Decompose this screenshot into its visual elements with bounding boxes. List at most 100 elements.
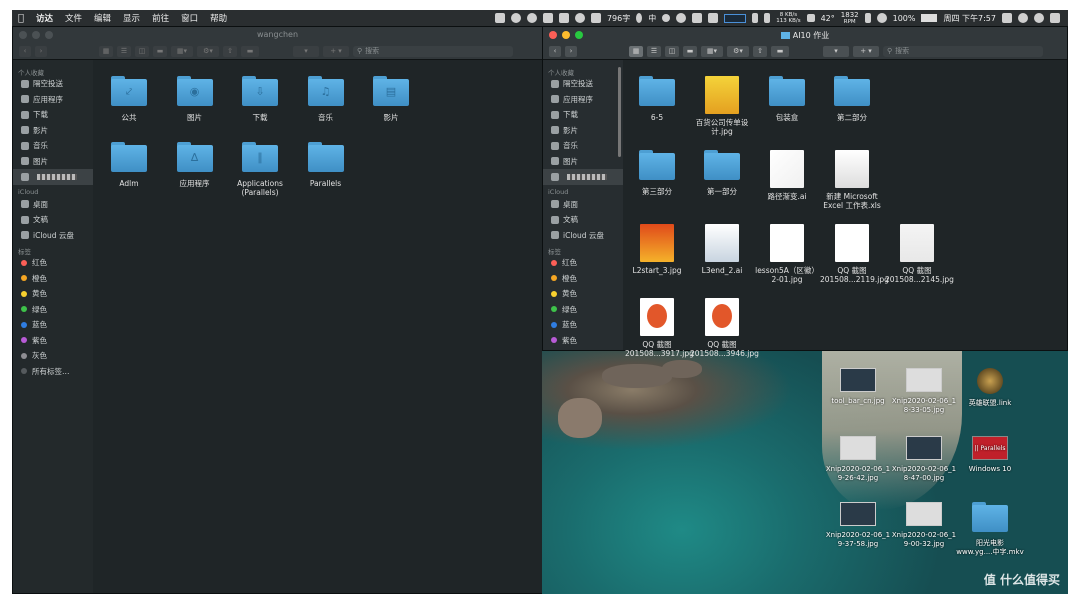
sidebar-item-tag[interactable]: 紫色 xyxy=(543,333,623,349)
phone-icon[interactable] xyxy=(752,13,759,23)
sidebar-item-tag[interactable]: 红色 xyxy=(543,255,623,271)
folder-item[interactable]: Parallels xyxy=(294,142,358,188)
file-area[interactable]: ⤦ 公共 ◉ 图片 ⇩ 下载 ♫ 音乐 ▤ 影片 Adlm ∆ 应用程序 ∥ Applications (P… xyxy=(93,60,542,593)
share-button[interactable]: ⇧ xyxy=(223,45,237,57)
bluetooth-icon[interactable] xyxy=(864,13,871,23)
add-button[interactable]: + ▾ xyxy=(323,45,349,57)
file-item[interactable]: QQ 截图 201508...3917.jpg xyxy=(625,298,694,358)
sidebar-item-tag[interactable]: 黄色 xyxy=(543,286,623,302)
sidebar-item-favorite[interactable]: 隔空投送 xyxy=(543,76,623,92)
forward-button[interactable]: › xyxy=(565,45,577,57)
screen-mirror-icon[interactable] xyxy=(1002,13,1012,23)
input-method[interactable]: 中 xyxy=(648,13,656,24)
file-item[interactable]: 百货公司传单设 计.jpg xyxy=(690,76,754,136)
menu-app-name[interactable]: 访达 xyxy=(30,12,59,24)
file-area[interactable]: 6-5 百货公司传单设 计.jpg 包装盒 第二部分 第三部分 第一部分 路径渐变.ai 新建… xyxy=(623,60,1067,358)
icon-view-button[interactable]: ▦ xyxy=(629,45,643,57)
folder-item[interactable]: ∥ Applications (Parallels) xyxy=(228,142,292,197)
sidebar-scrollbar[interactable] xyxy=(618,67,621,157)
file-item[interactable]: QQ 截图 201508...3946.jpg xyxy=(690,298,759,358)
titlebar[interactable]: AI10 作业 ‹ › ▦ ☰ ◫ ▬ ▦▾ ⚙▾ ⇧ ▬ ▾ + ▾ ⚲ 搜索 xyxy=(543,27,1067,60)
finder-window-wangchen[interactable]: wangchen ‹ › ▦ ☰ ◫ ▬ ▦▾ ⚙▾ ⇧ ▬ ▾ + ▾ ⚲ 搜… xyxy=(12,26,543,594)
action-gear-button[interactable]: ⚙▾ xyxy=(727,45,749,57)
sidebar-item-favorite[interactable] xyxy=(13,169,93,185)
folder-item[interactable]: 6-5 xyxy=(625,76,689,122)
menu-go[interactable]: 前往 xyxy=(146,12,175,24)
file-item[interactable]: L3end_2.ai xyxy=(690,224,754,275)
sidebar-item-tag[interactable]: 红色 xyxy=(13,255,93,271)
finder-window-ai10[interactable]: AI10 作业 ‹ › ▦ ☰ ◫ ▬ ▦▾ ⚙▾ ⇧ ▬ ▾ + ▾ ⚲ 搜索… xyxy=(542,26,1068,358)
sidebar-item-icloud[interactable]: 文稿 xyxy=(543,212,623,228)
wechat-icon[interactable] xyxy=(676,13,687,23)
titlebar[interactable]: wangchen ‹ › ▦ ☰ ◫ ▬ ▦▾ ⚙▾ ⇧ ▬ ▾ + ▾ ⚲ 搜… xyxy=(13,27,542,60)
grid-icon[interactable] xyxy=(590,13,601,23)
sidebar-item-favorite[interactable]: 影片 xyxy=(543,123,623,139)
sidebar-item-icloud[interactable]: iCloud 云盘 xyxy=(13,228,93,244)
translate-icon[interactable] xyxy=(542,13,553,23)
folder-item[interactable]: ◉ 图片 xyxy=(163,76,227,122)
sidebar-item-favorite[interactable]: 应用程序 xyxy=(13,92,93,108)
folder-item[interactable]: ♫ 音乐 xyxy=(294,76,358,122)
sidebar-item-tag[interactable]: 紫色 xyxy=(13,333,93,349)
desktop-wallpaper[interactable]: tool_bar_cn.jpg Xnip2020-02-06_1 8-33-05.… xyxy=(542,350,1068,594)
forward-button[interactable]: › xyxy=(35,45,47,57)
sync-icon[interactable] xyxy=(510,13,521,23)
sidebar-item-favorite[interactable]: 应用程序 xyxy=(543,92,623,108)
folder-item[interactable]: Adlm xyxy=(97,142,161,188)
sidebar-item-icloud[interactable]: 桌面 xyxy=(543,197,623,213)
coffee-icon[interactable] xyxy=(494,13,505,23)
desktop-icon-item[interactable]: Xnip2020-02-06_1 9-26-42.jpg xyxy=(822,436,894,482)
sidebar-item-tag[interactable]: 绿色 xyxy=(543,302,623,318)
info-icon[interactable] xyxy=(526,13,537,23)
sidebar-item-tag[interactable]: 蓝色 xyxy=(543,317,623,333)
sidebar-item-icloud[interactable]: 文稿 xyxy=(13,212,93,228)
clock[interactable]: 周四 下午7:57 xyxy=(943,13,996,24)
tag-button[interactable]: ▬ xyxy=(241,45,259,57)
gallery-view-button[interactable]: ▬ xyxy=(153,45,167,57)
sidebar-item-icloud[interactable]: 桌面 xyxy=(13,197,93,213)
word-count[interactable]: 796字 xyxy=(607,13,630,24)
folder-item[interactable]: 第一部分 xyxy=(690,150,754,196)
microphone-icon[interactable] xyxy=(636,13,643,23)
desktop-icon-item[interactable]: Xnip2020-02-06_1 8-47-00.jpg xyxy=(888,436,960,482)
siri-icon[interactable] xyxy=(1034,13,1044,23)
desktop-icon-item[interactable]: Xnip2020-02-06_1 9-00-32.jpg xyxy=(888,502,960,548)
sidebar-item-favorite[interactable]: 隔空投送 xyxy=(13,76,93,92)
folder-item[interactable]: 包装盒 xyxy=(755,76,819,122)
file-item[interactable]: lesson5A（区徽） 2-01.jpg xyxy=(755,224,819,284)
sidebar-item-favorite[interactable]: 下载 xyxy=(13,107,93,123)
column-view-button[interactable]: ◫ xyxy=(135,45,149,57)
file-item[interactable]: QQ 截图 201508...2145.jpg xyxy=(885,224,954,284)
remote-icon[interactable] xyxy=(692,13,703,23)
dot-icon[interactable] xyxy=(662,14,671,22)
memory-icon[interactable] xyxy=(764,13,771,23)
desktop-icon-item[interactable]: || Parallels Windows 10 xyxy=(954,436,1026,474)
dropdown-button[interactable]: ▾ xyxy=(293,45,319,57)
add-button[interactable]: + ▾ xyxy=(853,45,879,57)
battery-percent[interactable]: 100% xyxy=(893,14,916,23)
desktop-icon-item[interactable]: tool_bar_cn.jpg xyxy=(822,368,894,406)
file-item[interactable]: 新建 Microsoft Excel 工作表.xls xyxy=(820,150,884,210)
folder-item[interactable]: ⤦ 公共 xyxy=(97,76,161,122)
activity-graph[interactable] xyxy=(724,13,747,23)
crop-icon[interactable] xyxy=(558,13,569,23)
sidebar-item-tag[interactable]: 绿色 xyxy=(13,302,93,318)
sidebar-item-tag[interactable]: 灰色 xyxy=(13,348,93,364)
menu-help[interactable]: 帮助 xyxy=(204,12,233,24)
sidebar-item-favorite[interactable]: 音乐 xyxy=(13,138,93,154)
tag-button[interactable]: ▬ xyxy=(771,45,789,57)
gallery-view-button[interactable]: ▬ xyxy=(683,45,697,57)
network-speed[interactable]: 8 KB/s 113 KB/s xyxy=(776,12,800,24)
list-view-button[interactable]: ☰ xyxy=(647,45,661,57)
menu-view[interactable]: 显示 xyxy=(117,12,146,24)
desktop-icon-item[interactable]: Xnip2020-02-06_1 9-37-58.jpg xyxy=(822,502,894,548)
display-icon[interactable] xyxy=(708,13,719,23)
folder-item[interactable]: ▤ 影片 xyxy=(359,76,423,122)
group-button[interactable]: ▦▾ xyxy=(171,45,193,57)
sidebar-item-tag[interactable]: 橙色 xyxy=(543,271,623,287)
sidebar-item-tag[interactable]: 所有标签… xyxy=(13,364,93,380)
folder-item[interactable]: ∆ 应用程序 xyxy=(163,142,227,188)
fan-speed[interactable]: 1832 RPM xyxy=(841,11,859,25)
back-button[interactable]: ‹ xyxy=(549,45,561,57)
sidebar-item-tag[interactable]: 橙色 xyxy=(13,271,93,287)
